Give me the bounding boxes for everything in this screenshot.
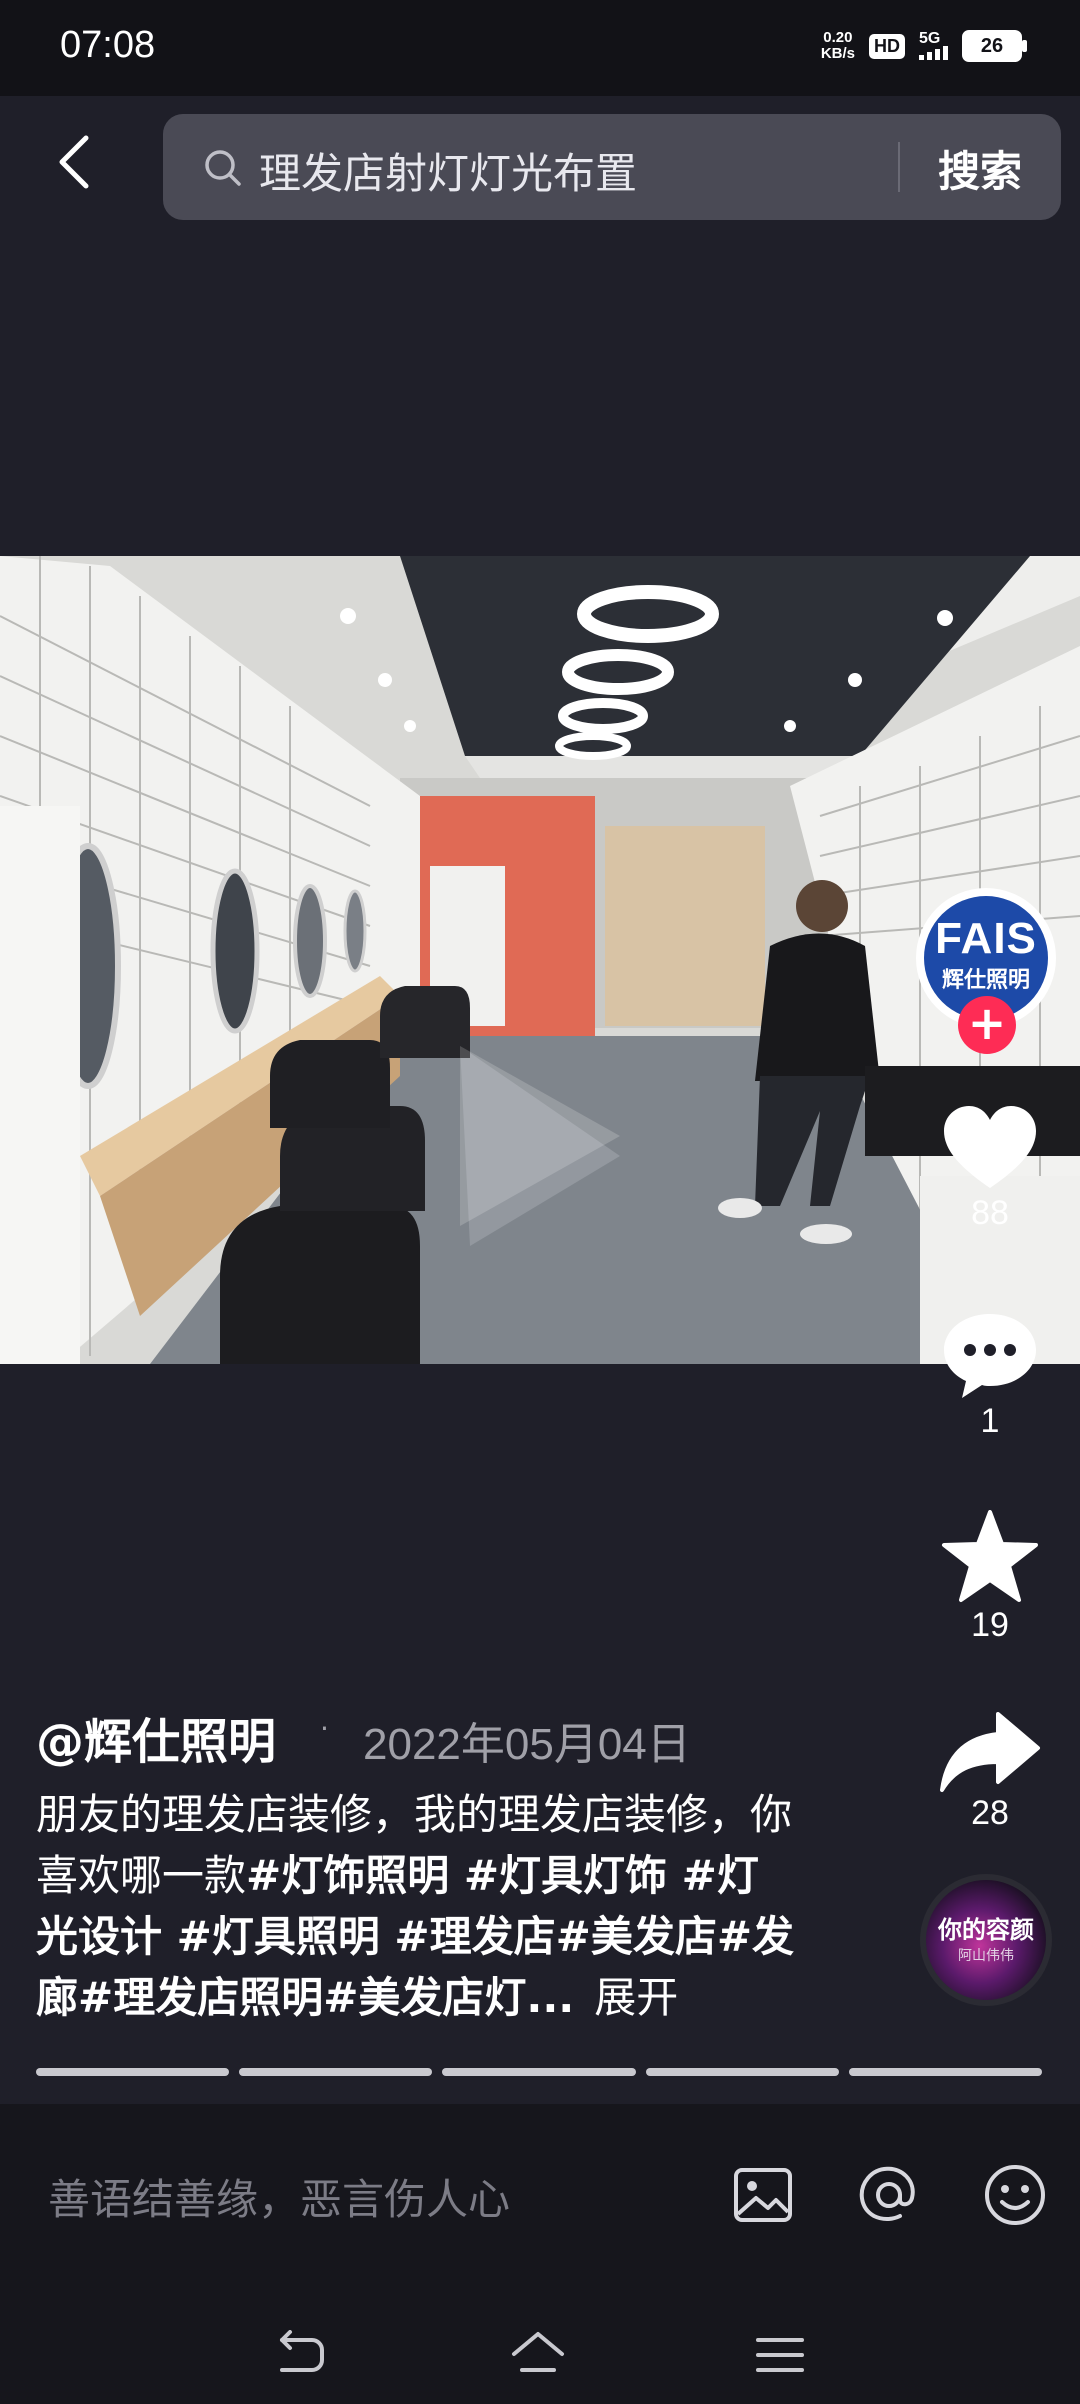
like-count: 88 — [971, 1194, 1009, 1232]
back-button[interactable] — [48, 132, 108, 192]
music-disc[interactable]: 你的容颜 阿山伟伟 — [920, 1874, 1052, 2006]
battery-icon: 26 — [962, 30, 1027, 62]
share-count: 28 — [971, 1794, 1009, 1832]
share-arrow-icon — [940, 1712, 1040, 1792]
share-button[interactable]: 28 — [920, 1710, 1060, 1833]
search-box[interactable]: 理发店射灯灯光布置 搜索 — [163, 114, 1061, 220]
hd-badge: HD — [869, 33, 905, 59]
post-date: 2022年05月04日 — [363, 1720, 691, 1769]
system-nav-bar — [0, 2300, 1080, 2404]
favorite-button[interactable]: 19 — [920, 1510, 1060, 1645]
home-nav-icon[interactable] — [510, 2330, 566, 2380]
comment-button[interactable]: 1 — [920, 1310, 1060, 1441]
music-title: 你的容颜 — [938, 1916, 1034, 1944]
image-icon[interactable] — [730, 2162, 796, 2228]
music-artist: 阿山伟伟 — [958, 1948, 1014, 1964]
progress-segment — [36, 2068, 230, 2076]
post-description[interactable]: 朋友的理发店装修，我的理发店装修，你喜欢哪一款#灯饰照明 #灯具灯饰 #灯光设计… — [36, 1784, 796, 2028]
progress-segment — [645, 2068, 839, 2076]
status-bar: 07:08 0.20 KB/s HD 5G 26 — [0, 0, 1080, 96]
search-header: 理发店射灯灯光布置 搜索 — [0, 96, 1080, 246]
search-input[interactable]: 理发店射灯灯光布置 — [259, 140, 637, 201]
comment-icon — [944, 1314, 1036, 1398]
status-icons: 0.20 KB/s HD 5G 26 — [820, 29, 1027, 62]
mention-icon[interactable] — [856, 2162, 922, 2228]
like-button[interactable]: 88 — [920, 1104, 1060, 1233]
author-name[interactable]: @辉仕照明 — [36, 1702, 276, 1772]
status-time: 07:08 — [60, 24, 156, 66]
search-divider — [898, 142, 900, 192]
comment-count: 1 — [980, 1402, 1000, 1440]
back-arrow-icon — [59, 135, 89, 189]
progress-segment — [442, 2068, 636, 2076]
signal-icon: 5G — [919, 31, 948, 60]
meta-separator: · — [320, 1712, 329, 1745]
progress-segment — [848, 2068, 1043, 2076]
expand-link[interactable]: 展开 — [594, 1973, 678, 2022]
search-button[interactable]: 搜索 — [938, 138, 1022, 199]
star-icon — [942, 1510, 1038, 1602]
comment-input[interactable]: 善语结善缘，恶言伤人心 — [48, 2166, 510, 2227]
network-speed: 0.20 KB/s — [820, 29, 855, 62]
follow-button[interactable]: + — [958, 996, 1016, 1054]
favorite-count: 19 — [971, 1606, 1009, 1644]
comment-bar: 善语结善缘，恶言伤人心 — [0, 2104, 1080, 2300]
back-nav-icon[interactable] — [272, 2330, 328, 2380]
menu-nav-icon[interactable] — [752, 2330, 808, 2380]
progress-segment — [239, 2068, 433, 2076]
heart-icon — [944, 1106, 1036, 1188]
search-icon — [205, 150, 241, 186]
slide-progress — [36, 2068, 1043, 2076]
emoji-icon[interactable] — [982, 2162, 1048, 2228]
